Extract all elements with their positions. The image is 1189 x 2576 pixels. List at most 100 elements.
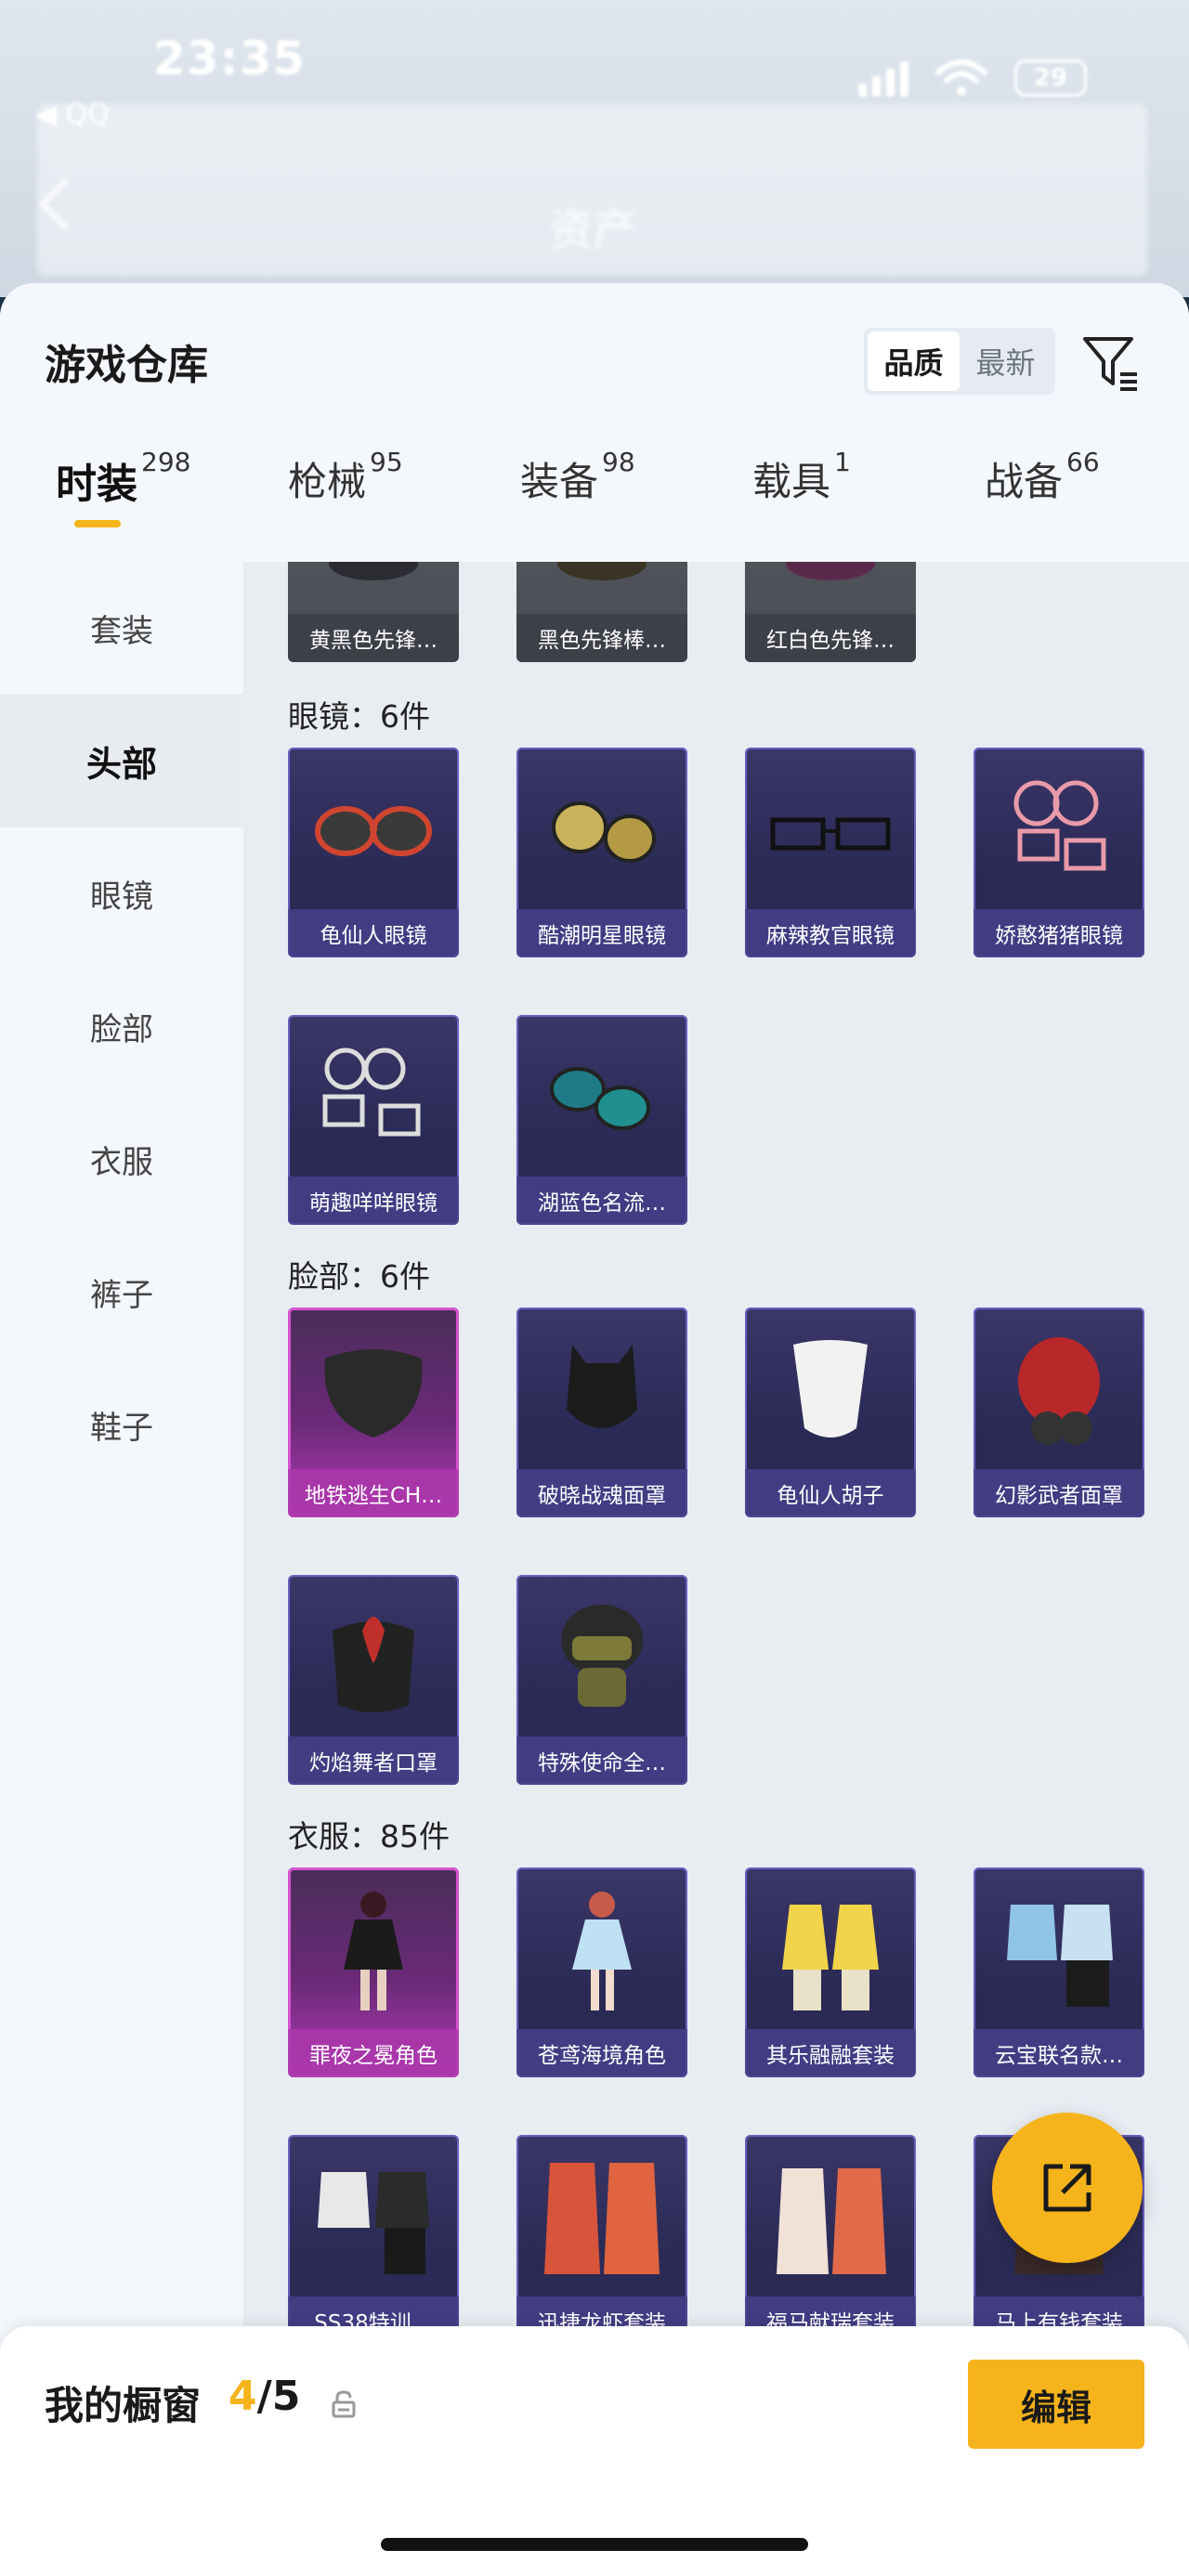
item-name: 娇憨猪猪眼镜 [973, 909, 1144, 957]
item-name: 萌趣咩咩眼镜 [288, 1177, 459, 1225]
category-tabs: 时装 298 枪械 95 装备 98 载具 1 战备 66 [0, 447, 1189, 553]
item-name: 其乐融融套装 [745, 2029, 916, 2077]
item-name: 破晓战魂面罩 [516, 1469, 687, 1517]
item-name: 云宝联名款… [973, 2029, 1144, 2077]
back-to-app-link[interactable]: ◀ QQ [35, 98, 110, 131]
item-card[interactable]: 特殊使命全… [516, 1575, 687, 1785]
item-name: 幻影武者面罩 [973, 1469, 1144, 1517]
sort-newest-button[interactable]: 最新 [960, 332, 1052, 391]
helmet-thumbnail [561, 1605, 643, 1707]
sidebar-item-glasses[interactable]: 眼镜 [0, 827, 243, 960]
item-name: 罪夜之冕角色 [288, 2029, 459, 2077]
item-card[interactable]: 地铁逃生CH… [288, 1308, 459, 1517]
item-card[interactable]: 湖蓝色名流… [516, 1015, 687, 1225]
item-name: 龟仙人眼镜 [288, 909, 459, 957]
helmet-thumbnail [329, 562, 418, 580]
outfit-thumbnail [544, 2163, 660, 2274]
glasses-thumbnail [550, 1067, 650, 1130]
tab-label: 战备 [985, 459, 1064, 504]
item-card[interactable]: 龟仙人胡子 [745, 1308, 916, 1517]
item-name: 酷潮明星眼镜 [516, 909, 687, 957]
cellular-signal-icon [858, 59, 908, 97]
tab-count: 98 [602, 447, 635, 477]
item-card[interactable]: 萌趣咩咩眼镜 [288, 1015, 459, 1225]
item-card[interactable]: 娇憨猪猪眼镜 [973, 748, 1144, 957]
helmet-thumbnail [786, 562, 875, 580]
sidebar-item-face[interactable]: 脸部 [0, 960, 243, 1093]
item-name: 特殊使命全… [516, 1737, 687, 1785]
sidebar-item-pants[interactable]: 裤子 [0, 1226, 243, 1359]
item-card[interactable]: SS38特训… [288, 2135, 459, 2345]
tab-vehicles[interactable]: 载具 1 [697, 447, 929, 553]
mask-thumbnail [567, 1345, 637, 1428]
outfit-thumbnail [1007, 1905, 1113, 2007]
item-card[interactable]: 酷潮明星眼镜 [516, 748, 687, 957]
tab-label: 载具 [752, 459, 831, 504]
tab-count: 66 [1066, 447, 1100, 477]
mask-thumbnail [333, 1617, 414, 1712]
item-name: 麻辣教官眼镜 [745, 909, 916, 957]
item-card[interactable]: 黑色先锋棒… [516, 562, 687, 662]
sidebar-item-suits[interactable]: 套装 [0, 562, 243, 695]
item-card[interactable]: 红白色先锋… [745, 562, 916, 662]
item-card[interactable]: 龟仙人眼镜 [288, 748, 459, 957]
item-card[interactable]: 苍鸢海境角色 [516, 1867, 687, 2077]
glasses-thumbnail [322, 1047, 421, 1137]
item-name: 灼焰舞者口罩 [288, 1737, 459, 1785]
status-time: 23:35 [153, 32, 307, 85]
tab-count: 95 [370, 447, 403, 477]
showcase-total: /5 [256, 2373, 301, 2420]
edit-showcase-button[interactable]: 编辑 [968, 2360, 1144, 2449]
subcategory-sidebar: 套装 头部 眼镜 脸部 衣服 裤子 鞋子 [0, 562, 243, 2576]
battery-indicator: 29 [1014, 59, 1087, 97]
outfit-thumbnail [782, 1905, 879, 2010]
item-card[interactable]: 黄黑色先锋… [288, 562, 459, 662]
tab-count: 1 [834, 447, 851, 477]
item-name: 地铁逃生CH… [288, 1469, 459, 1517]
sheet-header: 游戏仓库 品质 最新 时装 298 枪械 95 装备 98 载具 1 战备 66 [0, 283, 1189, 562]
tab-equipment[interactable]: 装备 98 [464, 447, 697, 553]
outfit-thumbnail [572, 1892, 632, 2010]
item-card[interactable]: 幻影武者面罩 [973, 1308, 1144, 1517]
outfit-thumbnail [777, 2168, 886, 2274]
tab-guns[interactable]: 枪械 95 [232, 447, 464, 553]
sidebar-item-shoes[interactable]: 鞋子 [0, 1359, 243, 1491]
item-name: 红白色先锋… [745, 614, 916, 662]
showcase-count: 4/5 [229, 2373, 300, 2420]
helmet-thumbnail [557, 562, 647, 580]
external-link-icon [1043, 2164, 1091, 2212]
sidebar-item-head[interactable]: 头部 [0, 695, 243, 827]
page-title: 游戏仓库 [45, 342, 208, 389]
status-icons: 29 [858, 58, 1087, 98]
filter-icon[interactable] [1078, 330, 1143, 395]
item-card[interactable]: 福马献瑞套装 [745, 2135, 916, 2345]
status-bar-area: 资产 23:35 ◀ QQ 29 [0, 0, 1189, 297]
item-name: 黄黑色先锋… [288, 614, 459, 662]
item-card[interactable]: 罪夜之冕角色 [288, 1867, 459, 2077]
item-card[interactable]: 破晓战魂面罩 [516, 1308, 687, 1517]
sort-quality-button[interactable]: 品质 [868, 332, 960, 391]
active-tab-indicator [74, 520, 121, 527]
share-export-button[interactable] [992, 2113, 1143, 2263]
mask-thumbnail [324, 1349, 423, 1438]
item-card[interactable]: 迅捷龙虾套装 [516, 2135, 687, 2345]
game-warehouse-sheet: 游戏仓库 品质 最新 时装 298 枪械 95 装备 98 载具 1 战备 66… [0, 283, 1189, 2576]
outfit-thumbnail [318, 2172, 429, 2274]
wifi-icon [935, 59, 987, 96]
tab-battle-gear[interactable]: 战备 66 [929, 447, 1161, 553]
item-card[interactable]: 灼焰舞者口罩 [288, 1575, 459, 1785]
section-label-glasses: 眼镜：6件 [288, 698, 430, 735]
tab-fashion[interactable]: 时装 298 [0, 447, 232, 553]
beard-thumbnail [793, 1340, 868, 1438]
showcase-title: 我的橱窗 [45, 2383, 202, 2428]
item-card[interactable]: 其乐融融套装 [745, 1867, 916, 2077]
sidebar-item-clothes[interactable]: 衣服 [0, 1093, 243, 1226]
item-card[interactable]: 麻辣教官眼镜 [745, 748, 916, 957]
tab-count: 298 [141, 447, 191, 477]
item-card[interactable]: 云宝联名款… [973, 1867, 1144, 2077]
item-name: 龟仙人胡子 [745, 1469, 916, 1517]
tab-label: 时装 [56, 461, 137, 508]
background-page-title: 资产 [548, 204, 638, 256]
item-name: 苍鸢海境角色 [516, 2029, 687, 2077]
outfit-thumbnail [344, 1892, 403, 2010]
